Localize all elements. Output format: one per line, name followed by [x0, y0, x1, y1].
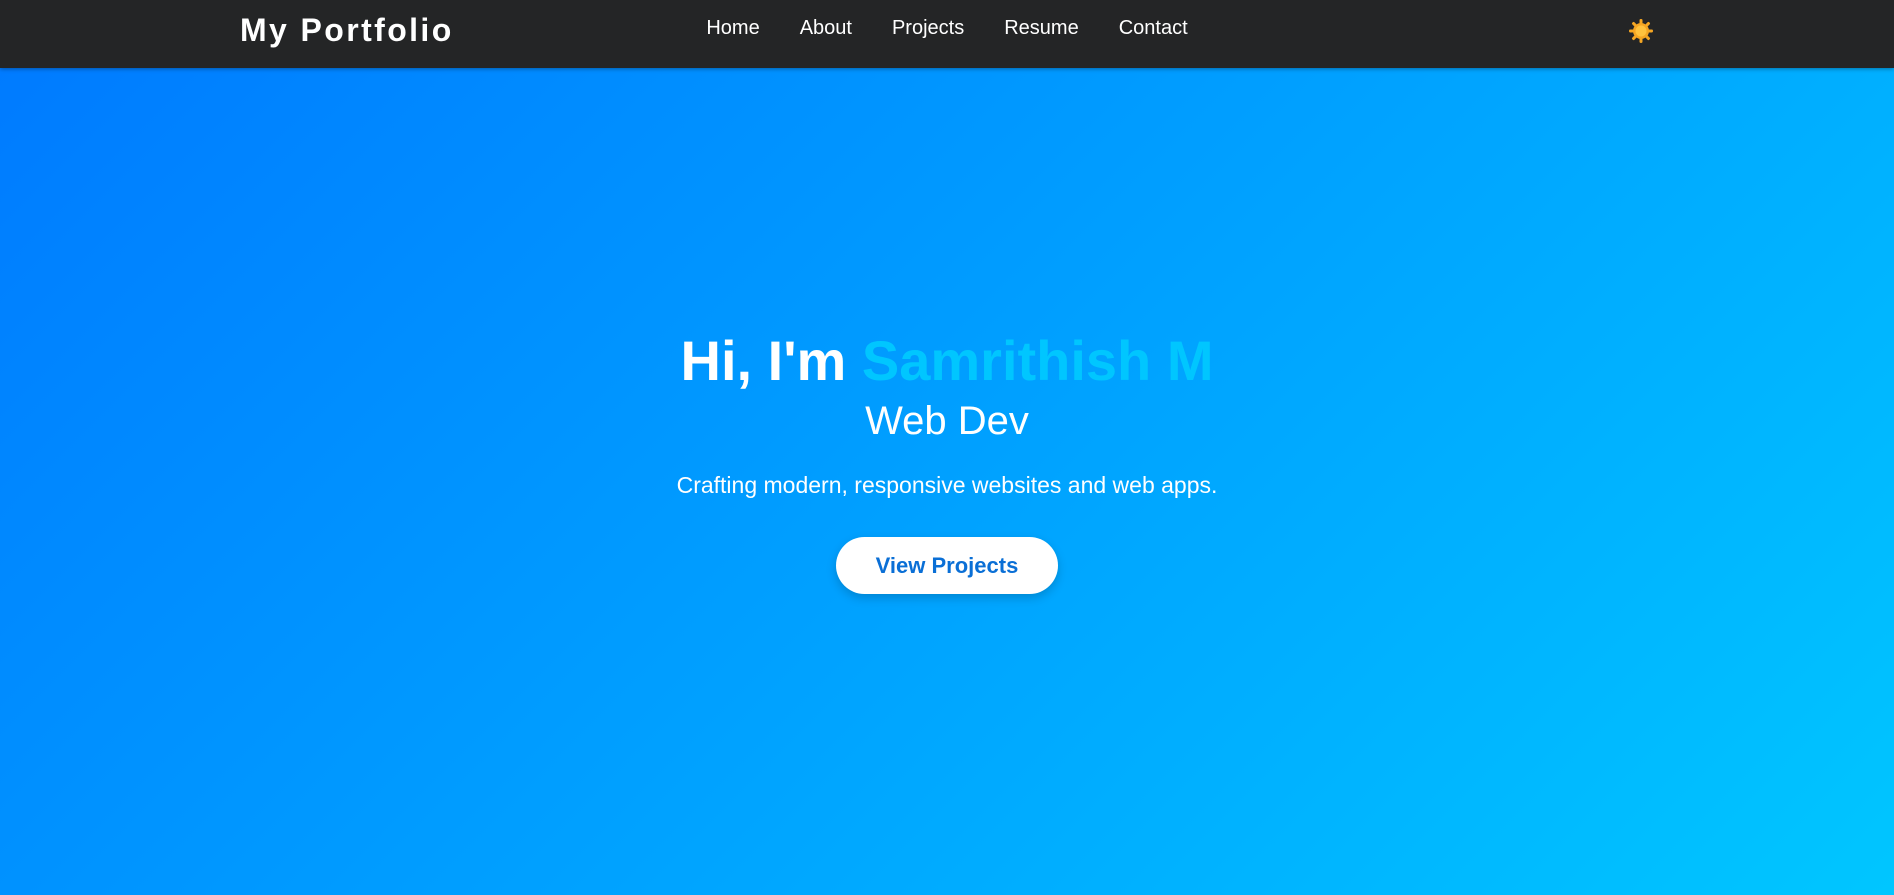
site-brand[interactable]: My Portfolio: [240, 12, 454, 48]
nav-link-resume[interactable]: Resume: [1004, 17, 1078, 39]
hero-content: Hi, I'm Samrithish M Web Dev Crafting mo…: [0, 48, 1894, 875]
nav-link-projects[interactable]: Projects: [892, 17, 964, 39]
navbar: My Portfolio Home About Projects Resume …: [0, 0, 1894, 68]
nav-item-home: Home: [706, 16, 759, 40]
view-projects-button[interactable]: View Projects: [836, 537, 1058, 594]
theme-toggle-button[interactable]: [1628, 18, 1654, 44]
nav-list: Home About Projects Resume Contact: [706, 16, 1187, 40]
nav-link-contact[interactable]: Contact: [1119, 17, 1188, 39]
nav-item-contact: Contact: [1119, 16, 1188, 40]
hero-title: Hi, I'm Samrithish M: [681, 329, 1214, 393]
hero-role: Web Dev: [865, 399, 1029, 443]
nav-item-projects: Projects: [892, 16, 964, 40]
hero-tagline: Crafting modern, responsive websites and…: [676, 472, 1218, 498]
hero-greeting: Hi, I'm: [680, 329, 862, 392]
sun-icon: [1629, 19, 1653, 43]
nav-link-home[interactable]: Home: [706, 17, 759, 39]
hero-name: Samrithish M: [861, 329, 1214, 392]
nav-item-resume: Resume: [1004, 16, 1078, 40]
nav-item-about: About: [800, 16, 852, 40]
nav-link-about[interactable]: About: [800, 17, 852, 39]
hero-section: Hi, I'm Samrithish M Web Dev Crafting mo…: [0, 68, 1894, 895]
